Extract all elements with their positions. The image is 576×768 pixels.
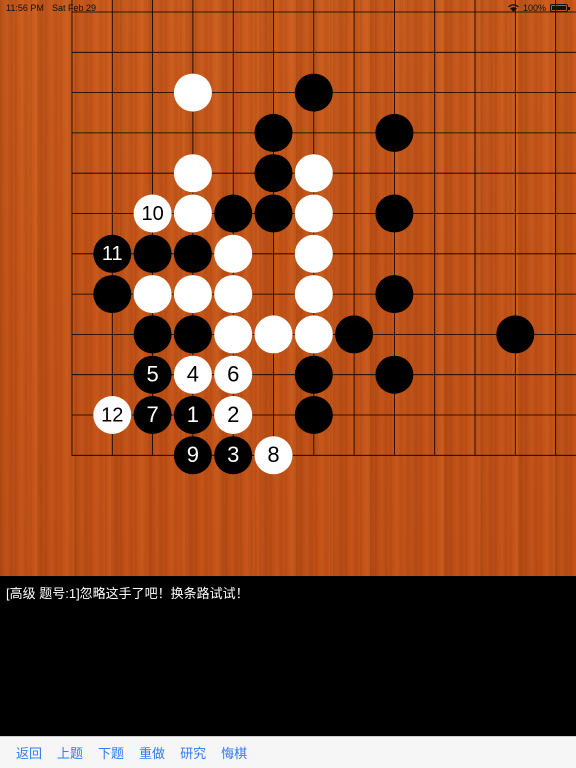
problem-message: [高级 题号:1]忽略这手了吧！换条路试试！ (6, 586, 249, 601)
move-number: 2 (227, 402, 239, 427)
next-problem-button[interactable]: 下题 (98, 743, 124, 762)
redo-button[interactable]: 重做 (139, 743, 165, 762)
move-number: 10 (141, 203, 163, 225)
black-stone (294, 396, 333, 434)
white-stone (214, 315, 253, 354)
white-stone: 6 (214, 355, 253, 394)
message-panel: [高级 题号:1]忽略这手了吧！换条路试试！ (0, 576, 576, 736)
white-stone: 2 (214, 396, 253, 434)
black-stone (254, 194, 293, 233)
status-indicators: 100% (508, 3, 570, 13)
black-stone (133, 234, 172, 273)
white-stone: 12 (93, 396, 132, 434)
game-board[interactable]: 10 11 5 4 6 12 7 1 2 9 3 8 11:56 PM Sat Feb 29 100% (0, 0, 576, 576)
wifi-icon (508, 4, 519, 12)
move-number: 1 (187, 402, 199, 427)
white-stone (294, 194, 333, 233)
white-stone: 10 (133, 194, 172, 233)
white-stone (214, 234, 253, 273)
battery-icon (550, 4, 570, 12)
board-grid[interactable]: 10115 4 612 7 1 29 3 8 (0, 0, 576, 576)
white-stone (294, 315, 333, 354)
black-stone: 1 (173, 396, 212, 434)
white-stone (294, 275, 333, 314)
move-number: 5 (146, 362, 158, 387)
status-date: Sat Feb 29 (52, 3, 97, 13)
white-stone (254, 315, 293, 354)
white-stone (173, 154, 212, 193)
move-number: 7 (146, 402, 158, 427)
move-number: 8 (267, 442, 279, 467)
bottom-toolbar: 返回 上题 下题 重做 研究 悔棋 (0, 736, 576, 768)
black-stone (254, 113, 293, 152)
black-stone (496, 315, 535, 354)
previous-problem-button[interactable]: 上题 (57, 743, 83, 762)
study-button[interactable]: 研究 (180, 743, 206, 762)
battery-percent: 100% (522, 3, 546, 13)
black-stone (375, 194, 414, 233)
white-stone (173, 73, 212, 112)
black-stone (294, 355, 333, 394)
black-stone (214, 194, 253, 233)
black-stone (375, 275, 414, 314)
black-stone (294, 73, 333, 112)
move-number: 11 (102, 243, 123, 265)
black-stone (375, 113, 414, 152)
black-stone: 3 (214, 436, 253, 475)
move-number: 3 (227, 442, 239, 467)
black-stone: 11 (93, 234, 132, 273)
status-time: 11:56 PM (6, 3, 44, 13)
move-number: 6 (227, 362, 239, 387)
white-stone (133, 275, 172, 314)
white-stone (173, 194, 212, 233)
black-stone (93, 275, 132, 314)
black-stone (173, 234, 212, 273)
move-number: 9 (187, 442, 199, 467)
black-stone (254, 154, 293, 193)
back-button[interactable]: 返回 (16, 743, 42, 762)
white-stone (294, 154, 333, 193)
undo-button[interactable]: 悔棋 (221, 743, 247, 762)
black-stone: 7 (133, 396, 172, 434)
white-stone (173, 275, 212, 314)
move-number: 12 (101, 404, 123, 426)
black-stone: 9 (173, 436, 212, 475)
white-stone: 8 (254, 436, 293, 475)
black-stone: 5 (133, 355, 172, 394)
white-stone (214, 275, 253, 314)
move-number: 4 (187, 362, 199, 387)
status-bar: 11:56 PM Sat Feb 29 100% (0, 0, 576, 16)
white-stone: 4 (173, 355, 212, 394)
black-stone (133, 315, 172, 354)
black-stone (375, 355, 414, 394)
black-stone (335, 315, 374, 354)
white-stone (294, 234, 333, 273)
black-stone (173, 315, 212, 354)
